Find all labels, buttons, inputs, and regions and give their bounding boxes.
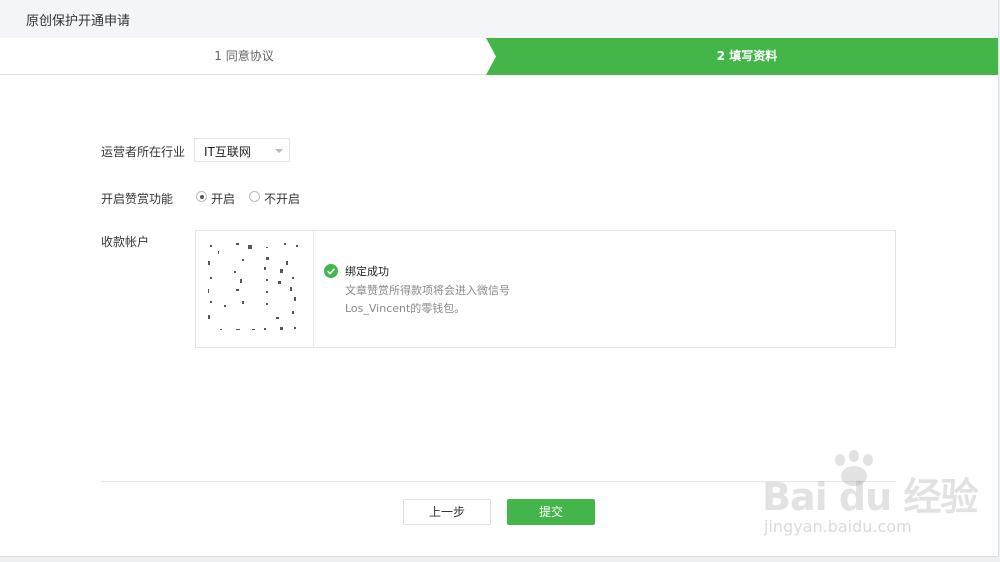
reward-option-off-label: 不开启: [264, 192, 301, 206]
step-2-label: 2 填写资料: [716, 49, 778, 63]
step-agree-protocol: 1 同意协议: [0, 38, 496, 75]
watermark-brand: Bai du 经验: [762, 475, 978, 519]
bind-status: 绑定成功: [345, 265, 389, 278]
page-title: 原创保护开通申请: [26, 14, 131, 29]
reward-label: 开启赞赏功能: [101, 192, 174, 206]
success-check-icon: [324, 264, 338, 278]
baidu-watermark: Bai du 经验 jingyan.baidu.com: [740, 448, 990, 548]
previous-step-button[interactable]: 上一步: [403, 499, 491, 525]
step-fill-info: 2 填写资料: [496, 38, 998, 75]
title-bar: 原创保护开通申请: [0, 0, 998, 38]
step-1-label: 1 同意协议: [214, 49, 274, 63]
qr-code-icon: [208, 243, 298, 330]
chevron-down-icon: [275, 149, 283, 153]
submit-button[interactable]: 提交: [507, 499, 595, 525]
account-label: 收款帐户: [101, 235, 150, 249]
application-panel: 原创保护开通申请 1 同意协议 2 填写资料 运营者所在行业 IT互联网 开启赞…: [0, 0, 999, 557]
qr-code-image: [196, 231, 314, 347]
watermark-url: jingyan.baidu.com: [764, 517, 912, 536]
bind-description-line2: Los_Vincent的零钱包。: [345, 302, 466, 315]
bind-description-line1: 文章赞赏所得款项将会进入微信号: [345, 284, 510, 297]
industry-select[interactable]: IT互联网: [194, 138, 290, 162]
step-indicator: 1 同意协议 2 填写资料: [0, 38, 998, 75]
industry-label: 运营者所在行业: [101, 145, 186, 159]
radio-unchecked-icon: [249, 191, 260, 202]
radio-checked-icon: [196, 191, 207, 202]
industry-selected-value: IT互联网: [204, 145, 251, 159]
reward-option-on-label: 开启: [211, 192, 236, 206]
account-binding-box: 绑定成功 文章赞赏所得款项将会进入微信号 Los_Vincent的零钱包。: [195, 230, 896, 348]
